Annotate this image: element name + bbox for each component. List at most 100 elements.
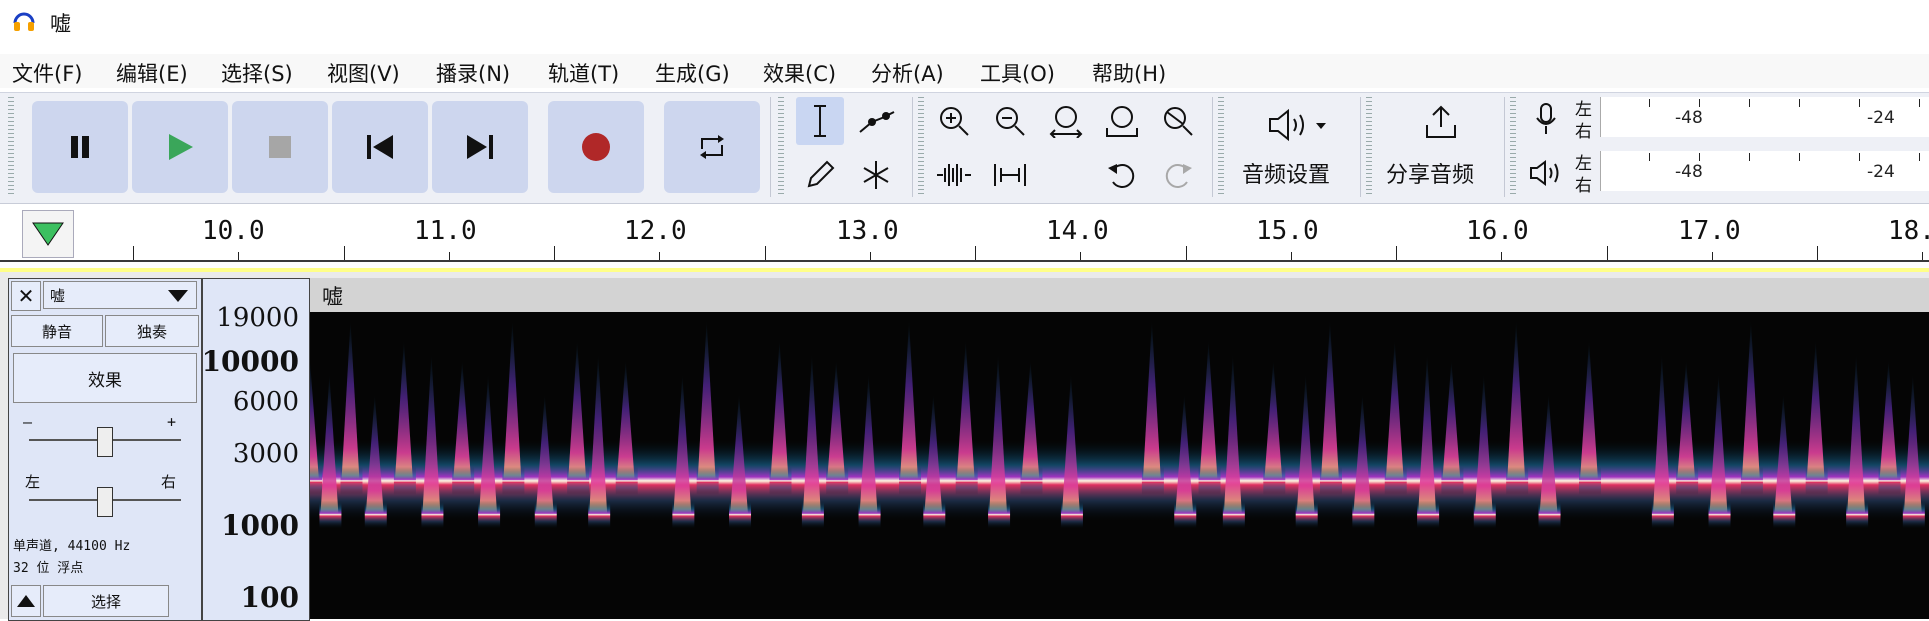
spectrogram-segment (1174, 500, 1197, 529)
spectrogram-segment (1579, 466, 1602, 495)
ruler-label: 11.0 (414, 216, 477, 246)
menu-file[interactable]: 文件(F) (12, 58, 82, 88)
loop-button[interactable] (664, 101, 760, 193)
menu-analyze[interactable]: 分析(A) (871, 58, 944, 88)
toolbar-grip[interactable] (1366, 97, 1372, 197)
fit-project-button[interactable] (1098, 97, 1146, 145)
spectrogram-segment (1538, 500, 1561, 529)
track-menu-button[interactable]: 嘘 (43, 281, 197, 309)
skip-to-end-button[interactable] (432, 101, 528, 193)
gain-slider-thumb[interactable] (97, 427, 113, 457)
close-track-button[interactable]: ✕ (11, 281, 41, 311)
silence-audio-button[interactable] (986, 151, 1034, 199)
ruler-tick (343, 246, 345, 260)
draw-tool-button[interactable] (796, 151, 844, 199)
spectrogram-burst (394, 340, 413, 481)
menu-effect[interactable]: 效果(C) (763, 58, 836, 88)
select-track-button[interactable]: 选择 (43, 585, 169, 617)
playback-meter[interactable]: -48 -24 (1600, 151, 1929, 191)
toolbar-grip[interactable] (918, 97, 924, 197)
toolbar-grip[interactable] (778, 97, 784, 197)
toolbar-grip[interactable] (8, 97, 14, 197)
record-button[interactable] (548, 101, 644, 193)
ruler-label: 13.0 (836, 216, 899, 246)
pan-slider-thumb[interactable] (97, 487, 113, 517)
spectrogram-segment (1141, 466, 1164, 495)
track-name: 嘘 (50, 286, 66, 305)
spectrogram-burst (422, 354, 441, 515)
spectrogram-segment (1417, 500, 1440, 529)
solo-button[interactable]: 独奏 (105, 315, 199, 347)
toolbar-grip[interactable] (1510, 97, 1516, 197)
menu-generate[interactable]: 生成(G) (655, 58, 730, 88)
spectrogram-segment (393, 466, 416, 495)
menu-bar: 文件(F) 编辑(E) 选择(S) 视图(V) 播录(N) 轨道(T) 生成(G… (0, 54, 1929, 88)
ruler-tick (133, 246, 134, 260)
spectrogram-segment (923, 500, 946, 529)
menu-select[interactable]: 选择(S) (221, 58, 293, 88)
skip-to-start-button[interactable] (332, 101, 428, 193)
menu-view[interactable]: 视图(V) (327, 58, 400, 88)
fit-selection-button[interactable] (1042, 97, 1090, 145)
spectrogram-segment (858, 500, 881, 529)
share-audio-label: 分享音频 (1386, 163, 1475, 188)
ruler-tick (659, 252, 661, 260)
selection-tool-button[interactable] (796, 97, 844, 145)
pause-button[interactable] (32, 101, 128, 193)
zoom-toggle-button[interactable] (1154, 97, 1202, 145)
menu-transport[interactable]: 播录(N) (436, 58, 510, 88)
zoom-in-button[interactable] (930, 97, 978, 145)
spectrogram-segment (534, 500, 557, 529)
effects-button[interactable]: 效果 (13, 353, 197, 403)
spectrogram-view[interactable]: 嘘 (310, 278, 1929, 619)
spectrogram-segment (310, 466, 322, 495)
spectrogram-burst (770, 340, 789, 481)
spectrogram-segment (1198, 466, 1221, 495)
stop-button[interactable] (232, 101, 328, 193)
spectrogram-segment (729, 500, 752, 529)
undo-button[interactable] (1098, 151, 1146, 199)
asterisk-icon (863, 161, 889, 189)
spectrogram-segment (319, 500, 342, 529)
spectrogram-segment (567, 466, 590, 495)
multi-tool-button[interactable] (852, 151, 900, 199)
spectrogram-segment (769, 466, 792, 495)
spectrogram-segment (1506, 466, 1529, 495)
spectrogram-segment (340, 466, 363, 495)
spectrogram-burst (1652, 354, 1671, 515)
redo-button[interactable] (1154, 151, 1202, 199)
track-area: ✕ 嘘 静音 独奏 效果 – + 左 右 单声道, 44100 Hz 32 位 … (0, 268, 1929, 621)
envelope-tool-button[interactable] (852, 97, 900, 145)
menu-tools[interactable]: 工具(O) (980, 58, 1055, 88)
spectrogram-segment (1020, 466, 1043, 495)
play-head-button[interactable] (22, 210, 74, 258)
collapse-track-button[interactable] (11, 585, 41, 617)
clip-title-bar[interactable]: 嘘 (310, 278, 1929, 312)
spectrogram-segment (1352, 500, 1375, 529)
trim-outside-button[interactable] (930, 151, 978, 199)
menu-edit[interactable]: 编辑(E) (116, 58, 188, 88)
record-meter-button[interactable] (1522, 95, 1570, 143)
spectrogram-burst (1847, 354, 1866, 515)
title-bar: 嘘 (0, 0, 1929, 42)
stop-icon (269, 136, 291, 158)
playback-meter-button[interactable] (1522, 149, 1570, 197)
zoom-out-icon (996, 107, 1025, 136)
zoom-out-button[interactable] (986, 97, 1034, 145)
play-button[interactable] (132, 101, 228, 193)
spectrogram-segment (1676, 466, 1699, 495)
chevron-down-icon (168, 290, 188, 302)
freq-label: 3000 (232, 439, 299, 469)
frequency-scale[interactable]: 19000 10000 6000 3000 1000 100 (202, 278, 310, 621)
track-rate-info: 单声道, 44100 Hz (13, 539, 131, 554)
toolbar-grip[interactable] (1218, 97, 1224, 197)
timeline-ruler[interactable]: 10.0 11.0 12.0 13.0 14.0 15.0 16.0 17.0 … (0, 204, 1929, 262)
playback-meter-right-label: 右 (1575, 176, 1592, 196)
toolbar-separator (1360, 97, 1361, 197)
record-meter[interactable]: -48 -24 (1600, 97, 1929, 137)
mute-button[interactable]: 静音 (11, 315, 103, 347)
pause-icon (71, 136, 89, 158)
menu-tracks[interactable]: 轨道(T) (548, 58, 619, 88)
menu-help[interactable]: 帮助(H) (1092, 58, 1166, 88)
spectrogram-burst (697, 320, 716, 481)
